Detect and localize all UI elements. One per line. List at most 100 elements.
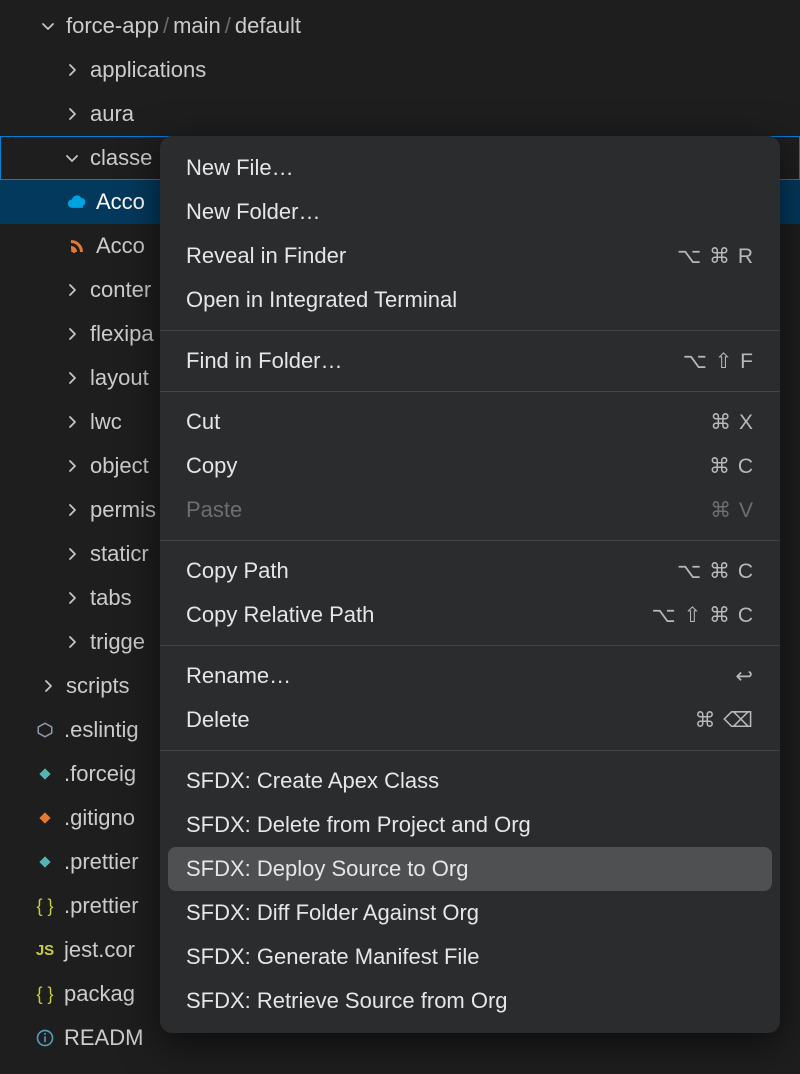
menu-item-cut[interactable]: Cut ⌘ X — [160, 400, 780, 444]
file-label: jest.cor — [64, 937, 135, 963]
folder-label: staticr — [90, 541, 149, 567]
menu-item-copy-path[interactable]: Copy Path ⌥ ⌘ C — [160, 549, 780, 593]
folder-label: aura — [90, 101, 134, 127]
menu-item-find-in-folder[interactable]: Find in Folder… ⌥ ⇧ F — [160, 339, 780, 383]
menu-item-reveal-in-finder[interactable]: Reveal in Finder ⌥ ⌘ R — [160, 234, 780, 278]
menu-item-shortcut: ⌘ V — [710, 498, 754, 523]
folder-root[interactable]: force-app/main/default — [0, 4, 800, 48]
chevron-right-icon — [62, 60, 82, 80]
file-label: Acco — [96, 233, 145, 259]
menu-item-label: New File… — [186, 155, 294, 181]
menu-item-new-folder[interactable]: New Folder… — [160, 190, 780, 234]
chevron-right-icon — [62, 368, 82, 388]
chevron-right-icon — [62, 500, 82, 520]
folder-label: layout — [90, 365, 149, 391]
menu-separator — [160, 391, 780, 392]
diamond-icon — [34, 851, 56, 873]
menu-item-shortcut: ⌥ ⇧ ⌘ C — [652, 603, 754, 628]
folder-label: conter — [90, 277, 151, 303]
menu-separator — [160, 330, 780, 331]
folder-label: flexipa — [90, 321, 154, 347]
menu-item-open-in-integrated-terminal[interactable]: Open in Integrated Terminal — [160, 278, 780, 322]
menu-item-sfdx-delete-from-project-and-org[interactable]: SFDX: Delete from Project and Org — [160, 803, 780, 847]
js-icon: JS — [34, 939, 56, 961]
file-label: .gitigno — [64, 805, 135, 831]
braces-icon: { } — [34, 895, 56, 917]
chevron-right-icon — [62, 104, 82, 124]
menu-item-label: Paste — [186, 497, 242, 523]
folder-aura[interactable]: aura — [0, 92, 800, 136]
git-icon — [34, 807, 56, 829]
folder-label: tabs — [90, 585, 132, 611]
menu-item-shortcut: ↩ — [735, 664, 754, 689]
folder-label: object — [90, 453, 149, 479]
menu-item-shortcut: ⌥ ⌘ C — [677, 559, 754, 584]
menu-item-sfdx-deploy-source-to-org[interactable]: SFDX: Deploy Source to Org — [168, 847, 772, 891]
menu-item-copy[interactable]: Copy ⌘ C — [160, 444, 780, 488]
menu-item-label: Delete — [186, 707, 250, 733]
chevron-right-icon — [62, 544, 82, 564]
file-label: .eslintig — [64, 717, 139, 743]
file-label: Acco — [96, 189, 145, 215]
chevron-right-icon — [62, 632, 82, 652]
eslint-icon — [34, 719, 56, 741]
menu-item-new-file[interactable]: New File… — [160, 146, 780, 190]
chevron-right-icon — [62, 412, 82, 432]
folder-label: permis — [90, 497, 156, 523]
menu-item-rename[interactable]: Rename… ↩ — [160, 654, 780, 698]
menu-item-label: SFDX: Diff Folder Against Org — [186, 900, 479, 926]
folder-label: applications — [90, 57, 206, 83]
chevron-down-icon — [62, 148, 82, 168]
menu-item-label: Cut — [186, 409, 220, 435]
file-label: .prettier — [64, 849, 139, 875]
folder-applications[interactable]: applications — [0, 48, 800, 92]
folder-label: scripts — [66, 673, 130, 699]
menu-item-sfdx-diff-folder-against-org[interactable]: SFDX: Diff Folder Against Org — [160, 891, 780, 935]
context-menu: New File… New Folder… Reveal in Finder ⌥ ⌘ … — [160, 136, 780, 1033]
menu-separator — [160, 645, 780, 646]
menu-item-label: Copy — [186, 453, 237, 479]
menu-item-label: New Folder… — [186, 199, 320, 225]
chevron-right-icon — [62, 324, 82, 344]
rss-icon — [66, 235, 88, 257]
menu-item-label: SFDX: Retrieve Source from Org — [186, 988, 508, 1014]
menu-item-shortcut: ⌘ ⌫ — [694, 708, 754, 733]
menu-item-shortcut: ⌥ ⌘ R — [677, 244, 754, 269]
menu-item-shortcut: ⌘ X — [710, 410, 754, 435]
menu-separator — [160, 750, 780, 751]
menu-item-sfdx-generate-manifest-file[interactable]: SFDX: Generate Manifest File — [160, 935, 780, 979]
folder-label: trigge — [90, 629, 145, 655]
menu-item-copy-relative-path[interactable]: Copy Relative Path⌥ ⇧ ⌘ C — [160, 593, 780, 637]
file-label: .prettier — [64, 893, 139, 919]
braces-icon: { } — [34, 983, 56, 1005]
breadcrumb: force-app/main/default — [66, 13, 301, 39]
menu-item-label: SFDX: Create Apex Class — [186, 768, 439, 794]
menu-item-label: SFDX: Deploy Source to Org — [186, 856, 468, 882]
menu-item-label: SFDX: Delete from Project and Org — [186, 812, 531, 838]
chevron-right-icon — [62, 588, 82, 608]
chevron-right-icon — [62, 456, 82, 476]
folder-label: classe — [90, 145, 152, 171]
chevron-right-icon — [38, 676, 58, 696]
menu-item-label: SFDX: Generate Manifest File — [186, 944, 479, 970]
chevron-down-icon — [38, 16, 58, 36]
menu-item-shortcut: ⌘ C — [709, 454, 754, 479]
menu-separator — [160, 540, 780, 541]
menu-item-paste: Paste ⌘ V — [160, 488, 780, 532]
file-label: .forceig — [64, 761, 136, 787]
file-label: packag — [64, 981, 135, 1007]
file-label: READM — [64, 1025, 143, 1051]
menu-item-label: Copy Path — [186, 558, 289, 584]
info-icon — [34, 1027, 56, 1049]
chevron-right-icon — [62, 280, 82, 300]
menu-item-label: Rename… — [186, 663, 291, 689]
folder-label: lwc — [90, 409, 122, 435]
menu-item-shortcut: ⌥ ⇧ F — [683, 349, 754, 374]
menu-item-delete[interactable]: Delete ⌘ ⌫ — [160, 698, 780, 742]
menu-item-label: Find in Folder… — [186, 348, 343, 374]
menu-item-sfdx-create-apex-class[interactable]: SFDX: Create Apex Class — [160, 759, 780, 803]
menu-item-sfdx-retrieve-source-from-org[interactable]: SFDX: Retrieve Source from Org — [160, 979, 780, 1023]
menu-item-label: Open in Integrated Terminal — [186, 287, 457, 313]
menu-item-label: Reveal in Finder — [186, 243, 346, 269]
cloud-icon — [66, 191, 88, 213]
